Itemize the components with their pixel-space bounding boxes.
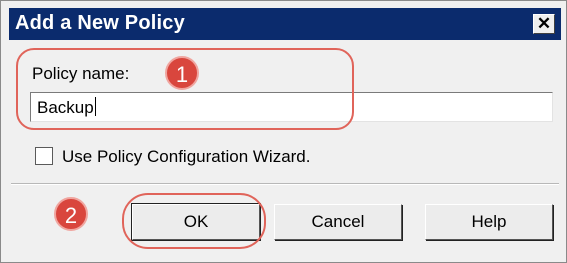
step-1-badge: 1 <box>165 56 199 90</box>
help-button[interactable]: Help <box>425 204 553 240</box>
wizard-checkbox-label[interactable]: Use Policy Configuration Wizard. <box>62 147 310 167</box>
policy-name-input[interactable]: Backup <box>30 92 553 122</box>
dialog-separator <box>11 183 559 185</box>
text-caret <box>94 97 96 116</box>
close-icon[interactable]: ✕ <box>533 14 555 34</box>
policy-name-value: Backup <box>37 97 96 117</box>
cancel-button[interactable]: Cancel <box>274 204 402 240</box>
add-policy-dialog: Add a New Policy ✕ Policy name: Backup U… <box>0 0 567 263</box>
wizard-checkbox[interactable] <box>35 147 53 165</box>
dialog-title: Add a New Policy <box>15 12 185 34</box>
step-2-badge: 2 <box>54 197 88 231</box>
ok-button[interactable]: OK <box>131 203 261 241</box>
policy-name-label: Policy name: <box>32 64 130 83</box>
dialog-titlebar: Add a New Policy ✕ <box>9 8 561 40</box>
